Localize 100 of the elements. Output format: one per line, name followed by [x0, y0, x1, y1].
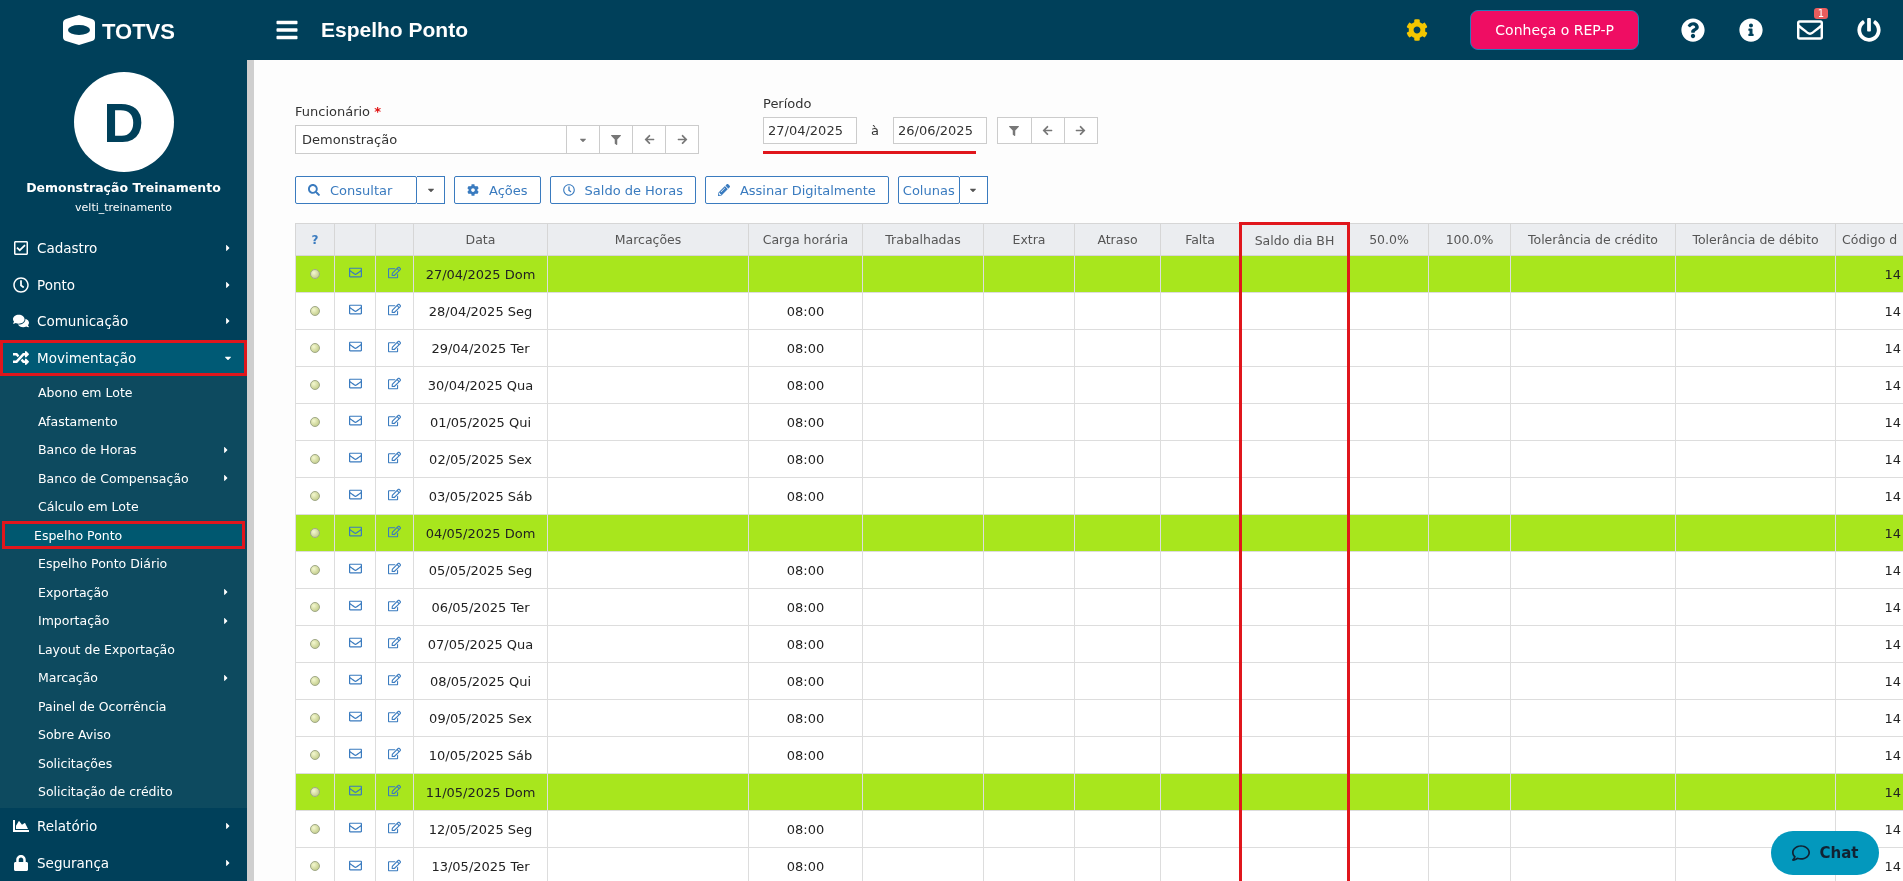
submenu-item[interactable]: Painel de Ocorrência	[2, 691, 245, 721]
submenu-item[interactable]: Exportação	[2, 577, 245, 607]
dropdown-button[interactable]	[959, 176, 988, 204]
sidebar-item[interactable]: Segurança	[0, 844, 247, 881]
edit-icon[interactable]	[388, 784, 401, 797]
table-row[interactable]: 27/04/2025 Dom 14	[295, 255, 1903, 293]
status-dot-icon	[310, 749, 320, 760]
pencil-icon	[717, 184, 730, 196]
power-icon[interactable]	[1857, 18, 1881, 42]
edit-icon[interactable]	[388, 525, 401, 538]
table-row[interactable]: 01/05/2025 Qui 08:00 14	[295, 403, 1903, 441]
table-row[interactable]: 05/05/2025 Seg 08:00 14	[295, 551, 1903, 589]
sidebar-item[interactable]: Movimentação	[0, 339, 247, 377]
clock-icon	[562, 184, 575, 196]
submenu-item[interactable]: Importação	[2, 606, 245, 635]
hours-balance-button[interactable]: Saldo de Horas	[549, 176, 696, 204]
speech-bubble-icon	[1791, 844, 1810, 862]
edit-icon[interactable]	[388, 562, 401, 575]
submenu-item[interactable]: Marcação	[2, 663, 245, 692]
field-label: Período	[763, 96, 813, 111]
chat-button[interactable]: Chat	[1771, 831, 1879, 875]
status-dot-icon	[310, 342, 320, 353]
table-row[interactable]: 10/05/2025 Sáb 08:00 14	[295, 736, 1903, 774]
promo-button[interactable]: Conheça o REP-P	[1470, 10, 1639, 50]
status-dot-icon	[310, 305, 320, 316]
edit-icon[interactable]	[388, 451, 401, 464]
submenu-item[interactable]: Sobre Aviso	[2, 720, 245, 749]
edit-icon[interactable]	[388, 858, 401, 872]
sidebar-item[interactable]: Relatório	[0, 807, 247, 845]
status-dot-icon	[310, 861, 320, 871]
edit-icon[interactable]	[388, 414, 401, 427]
edit-icon[interactable]	[388, 747, 401, 760]
submenu-item[interactable]: Espelho Ponto Diário	[2, 549, 245, 578]
table-row[interactable]: 30/04/2025 Qua 08:00 14	[295, 366, 1903, 404]
submenu-item[interactable]: Solicitações	[2, 748, 245, 778]
column-header: Marcações	[547, 223, 749, 256]
help-icon[interactable]	[1681, 18, 1705, 42]
table-row[interactable]: 29/04/2025 Ter 08:00 14	[295, 329, 1903, 367]
status-dot-icon	[310, 453, 320, 464]
edit-icon[interactable]	[388, 599, 401, 612]
menu-item-icon	[13, 854, 29, 871]
table-cell: 30/04/2025 Qua	[413, 366, 548, 404]
sidebar-item[interactable]: Cadastro	[0, 230, 247, 267]
submenu-item[interactable]: Layout de Exportação	[2, 634, 245, 664]
table-cell: 02/05/2025 Sex	[413, 440, 548, 478]
column-header: Carga horária	[748, 223, 863, 256]
table-row[interactable]: 28/04/2025 Seg 08:00 14	[295, 292, 1903, 330]
submenu-item[interactable]: Banco de Compensação	[2, 463, 245, 493]
sidebar-item[interactable]: Comunicação	[0, 303, 247, 340]
table-row[interactable]: 09/05/2025 Sex 08:00 14	[295, 699, 1903, 737]
submenu-item[interactable]: Afastamento	[2, 406, 245, 436]
table-cell: 08:00	[748, 551, 863, 589]
table-cell: 08:00	[748, 699, 863, 737]
table-cell: 08:00	[748, 588, 863, 626]
start-date-field[interactable]: 27/04/2025	[763, 117, 857, 144]
table-row[interactable]: 08/05/2025 Qui 08:00 14	[295, 662, 1903, 700]
employee-select[interactable]: Demonstração	[295, 125, 699, 154]
actions-button[interactable]: Ações	[454, 176, 541, 204]
table-cell: 08:00	[748, 662, 863, 700]
edit-icon[interactable]	[388, 636, 401, 649]
table-row[interactable]: 03/05/2025 Sáb 08:00 14	[295, 477, 1903, 515]
table-cell: 08:00	[748, 625, 863, 663]
end-date-field[interactable]: 26/06/2025	[892, 117, 987, 144]
column-header: Falta	[1160, 223, 1241, 256]
table-row[interactable]: 06/05/2025 Ter 08:00 14	[295, 588, 1903, 626]
submenu-item[interactable]: Abono em Lote	[2, 378, 245, 407]
submenu-item[interactable]: Espelho Ponto	[2, 520, 245, 550]
edit-icon[interactable]	[388, 340, 401, 353]
table-row[interactable]: 11/05/2025 Dom 14	[295, 773, 1903, 811]
table-row[interactable]: 07/05/2025 Qua 08:00 14	[295, 625, 1903, 663]
info-icon[interactable]	[1739, 18, 1763, 42]
edit-icon[interactable]	[388, 673, 401, 686]
sidebar-item[interactable]: Ponto	[0, 266, 247, 304]
column-header: Extra	[983, 223, 1075, 256]
edit-icon[interactable]	[388, 303, 401, 316]
edit-icon[interactable]	[388, 488, 401, 501]
status-dot-icon	[310, 601, 320, 612]
consult-button[interactable]: Consultar	[295, 176, 417, 204]
submenu-item[interactable]: Banco de Horas	[2, 435, 245, 464]
user-avatar: D	[73, 72, 174, 172]
columns-button[interactable]: Colunas	[897, 176, 960, 204]
dropdown-button[interactable]	[417, 176, 445, 204]
menu-icon[interactable]	[275, 18, 299, 42]
table-cell: 08:00	[748, 366, 863, 404]
edit-icon[interactable]	[388, 710, 401, 723]
table-cell: 28/04/2025 Seg	[413, 292, 548, 330]
submenu-item[interactable]: Cálculo em Lote	[2, 492, 245, 521]
table-row[interactable]: 02/05/2025 Sex 08:00 14	[295, 440, 1903, 478]
submenu-item[interactable]: Solicitação de crédito	[2, 777, 245, 806]
menu-item-icon	[13, 350, 29, 366]
table-row[interactable]: 04/05/2025 Dom 14	[295, 514, 1903, 552]
table-cell: 11/05/2025 Dom	[413, 773, 548, 811]
mail-icon[interactable]	[1797, 17, 1823, 43]
settings-icon[interactable]	[1406, 19, 1429, 41]
edit-icon[interactable]	[388, 266, 401, 279]
edit-icon[interactable]	[388, 377, 401, 390]
sign-button[interactable]: Assinar Digitalmente	[704, 176, 889, 204]
totvs-logo: TOTVS	[61, 13, 186, 47]
edit-icon[interactable]	[388, 821, 401, 834]
scrollbar[interactable]	[247, 60, 254, 881]
